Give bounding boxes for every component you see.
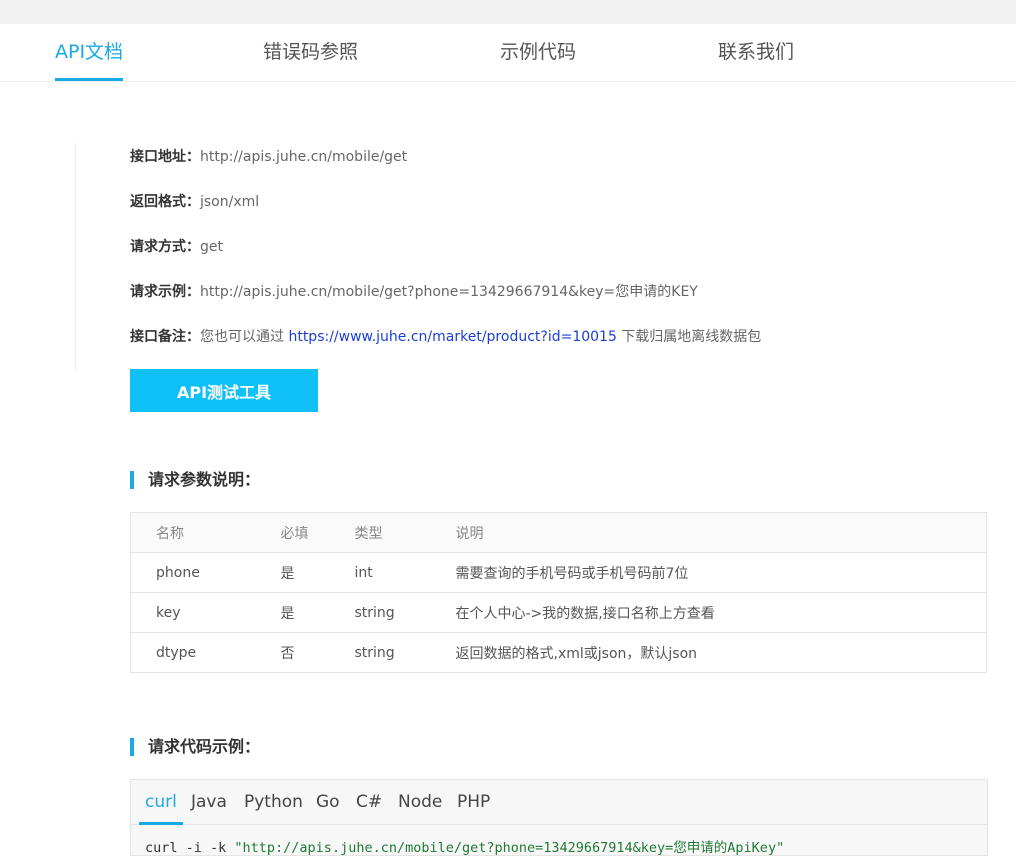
info-label: 接口备注： <box>130 329 200 345</box>
info-row-url: 接口地址：http://apis.juhe.cn/mobile/get <box>130 147 407 167</box>
param-required: 是 <box>255 552 330 593</box>
tab-sample-code[interactable]: 示例代码 <box>500 24 576 82</box>
tab-api-docs[interactable]: API文档 <box>55 24 124 82</box>
code-string: "http://apis.juhe.cn/mobile/get?phone=13… <box>234 840 785 856</box>
info-value: json/xml <box>200 194 260 210</box>
code-language-tabs: curl Java Python Go C# Node PHP <box>131 780 987 825</box>
param-type: string <box>329 592 431 633</box>
param-name: phone <box>130 552 256 593</box>
info-value: get <box>200 239 223 255</box>
param-name: dtype <box>156 644 197 661</box>
code-tab-curl[interactable]: curl <box>139 780 183 825</box>
tab-error-codes[interactable]: 错误码参照 <box>263 24 358 82</box>
param-description: 需要查询的手机号码或手机号码前7位 <box>430 552 987 593</box>
params-table: 名称 必填 类型 说明 phone 是 int 需要查询的手机号码或手机号码前7… <box>130 512 987 673</box>
code-tab-php[interactable]: PHP <box>457 780 490 825</box>
code-tab-go[interactable]: Go <box>316 780 340 825</box>
info-value: http://apis.juhe.cn/mobile/get?phone=134… <box>200 284 698 300</box>
param-required: 是 <box>255 592 330 633</box>
table-row: dtype 否 string 返回数据的格式,xml或json，默认json <box>131 633 987 673</box>
code-tab-python[interactable]: Python <box>244 780 303 825</box>
code-tab-java[interactable]: Java <box>191 780 227 825</box>
top-nav: API文档 错误码参照 示例代码 联系我们 <box>0 24 1016 82</box>
header-type: 类型 <box>329 512 431 553</box>
api-test-tool-button[interactable]: API测试工具 <box>130 369 318 412</box>
section-marker <box>130 471 134 489</box>
header-description: 说明 <box>430 512 987 553</box>
code-command: curl -i -k <box>145 840 235 856</box>
param-description: 在个人中心->我的数据,接口名称上方查看 <box>430 592 987 633</box>
info-label: 接口地址： <box>130 149 200 165</box>
info-label: 请求方式： <box>130 239 200 255</box>
code-section-title: 请求代码示例： <box>130 737 260 757</box>
info-row-format: 返回格式：json/xml <box>130 192 259 212</box>
info-row-method: 请求方式：get <box>130 237 223 257</box>
info-label: 请求示例： <box>130 284 200 300</box>
table-row: phone 是 int 需要查询的手机号码或手机号码前7位 <box>130 552 987 593</box>
param-type: string <box>354 644 395 661</box>
param-required: 否 <box>280 645 295 662</box>
header-required: 必填 <box>255 512 330 553</box>
info-label: 返回格式： <box>130 194 200 210</box>
param-type: int <box>329 552 431 593</box>
info-value: 您也可以通过 <box>200 329 289 345</box>
info-row-example: 请求示例：http://apis.juhe.cn/mobile/get?phon… <box>130 282 698 302</box>
header-name: 名称 <box>130 512 256 553</box>
section-title-text: 请求参数说明： <box>148 470 261 489</box>
code-line: curl -i -k "http://apis.juhe.cn/mobile/g… <box>145 836 785 856</box>
section-title-text: 请求代码示例： <box>148 737 261 756</box>
left-rule <box>75 143 76 371</box>
param-description: 返回数据的格式,xml或json，默认json <box>455 645 698 662</box>
code-example-panel: curl Java Python Go C# Node PHP curl -i … <box>130 779 988 856</box>
offline-data-link[interactable]: https://www.juhe.cn/market/product?id=10… <box>288 329 616 345</box>
top-strip <box>0 0 1016 24</box>
section-marker <box>130 738 134 756</box>
code-tab-node[interactable]: Node <box>398 780 442 825</box>
info-value: http://apis.juhe.cn/mobile/get <box>200 149 408 165</box>
param-name: key <box>130 592 256 633</box>
code-tab-csharp[interactable]: C# <box>356 780 382 825</box>
table-header-row: 名称 必填 类型 说明 <box>130 512 987 553</box>
info-value: 下载归属地离线数据包 <box>616 329 762 345</box>
tab-contact-us[interactable]: 联系我们 <box>718 24 794 82</box>
params-section-title: 请求参数说明： <box>130 470 260 490</box>
info-row-note: 接口备注：您也可以通过 https://www.juhe.cn/market/p… <box>130 327 761 347</box>
table-row: key 是 string 在个人中心->我的数据,接口名称上方查看 <box>130 592 987 633</box>
